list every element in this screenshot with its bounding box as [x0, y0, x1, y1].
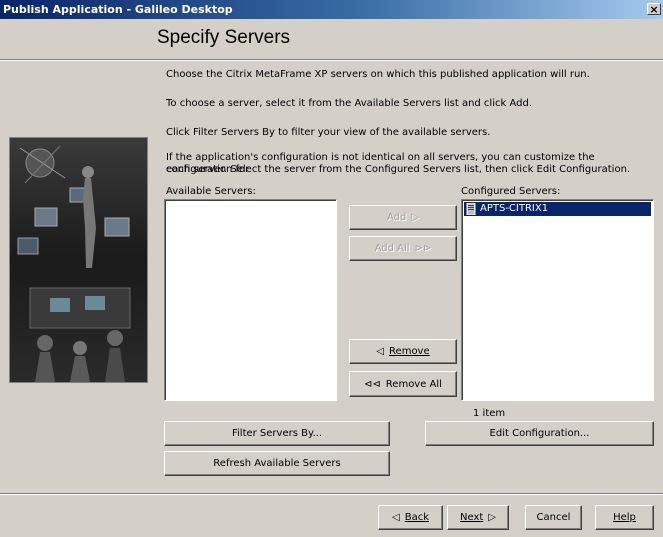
- help-button-label: Help: [613, 512, 636, 523]
- footer-divider-highlight: [0, 494, 663, 495]
- wizard-header: Specify Servers: [0, 19, 663, 59]
- filter-servers-button[interactable]: Filter Servers By...: [164, 421, 390, 446]
- server-icon: [466, 203, 476, 215]
- edit-configuration-label: Edit Configuration...: [489, 428, 590, 439]
- refresh-servers-button[interactable]: Refresh Available Servers: [164, 451, 390, 476]
- available-servers-list[interactable]: [164, 199, 337, 401]
- double-arrow-right-icon: ⊳⊳: [414, 243, 432, 254]
- window-title: Publish Application - Galileo Desktop: [3, 3, 233, 16]
- arrow-left-icon: ◁: [392, 512, 400, 523]
- add-button-label: Add: [386, 212, 407, 223]
- next-button-label: Next: [460, 512, 484, 523]
- cancel-button[interactable]: Cancel: [525, 505, 582, 530]
- add-all-button-label: Add All: [374, 243, 410, 254]
- filter-servers-label: Filter Servers By...: [231, 428, 322, 439]
- configured-server-name: APTS-CITRIX1: [480, 203, 549, 214]
- remove-all-button-label: Remove All: [385, 378, 442, 390]
- configured-count-text: 1 item: [473, 408, 506, 419]
- remove-button[interactable]: ◁ Remove: [349, 339, 457, 364]
- help-button[interactable]: Help: [595, 505, 654, 530]
- remove-all-button[interactable]: ⊲⊲ Remove All: [349, 371, 457, 397]
- instruction-text-2: To choose a server, select it from the A…: [166, 98, 532, 109]
- arrow-left-icon: ◁: [376, 346, 385, 357]
- refresh-servers-label: Refresh Available Servers: [213, 458, 341, 469]
- back-button[interactable]: ◁ Back: [378, 505, 443, 530]
- next-button[interactable]: Next ▷: [447, 505, 509, 530]
- arrow-right-icon: ▷: [411, 212, 420, 223]
- double-arrow-left-icon: ⊲⊲: [364, 378, 381, 390]
- close-icon[interactable]: ×: [647, 3, 661, 15]
- cancel-button-label: Cancel: [536, 512, 571, 523]
- edit-configuration-button[interactable]: Edit Configuration...: [425, 421, 654, 446]
- wizard-illustration: [9, 137, 148, 383]
- add-all-button[interactable]: Add All ⊳⊳: [349, 236, 457, 261]
- configured-servers-list[interactable]: APTS-CITRIX1: [461, 199, 654, 401]
- instruction-text-3: Click Filter Servers By to filter your v…: [166, 127, 491, 138]
- list-item[interactable]: APTS-CITRIX1: [464, 202, 651, 216]
- instruction-text-1: Choose the Citrix MetaFrame XP servers o…: [166, 69, 590, 80]
- available-servers-label: Available Servers:: [166, 186, 256, 197]
- instruction-text-4b: each server. Select the server from the …: [166, 164, 631, 175]
- add-button[interactable]: Add ▷: [349, 205, 457, 230]
- configured-servers-label: Configured Servers:: [461, 186, 561, 197]
- window-title-bar: Publish Application - Galileo Desktop ×: [0, 0, 663, 19]
- arrow-right-icon: ▷: [488, 512, 496, 523]
- page-title: Specify Servers: [157, 27, 291, 48]
- remove-button-label: Remove: [389, 346, 430, 357]
- back-button-label: Back: [404, 512, 429, 523]
- header-divider-highlight: [0, 60, 663, 61]
